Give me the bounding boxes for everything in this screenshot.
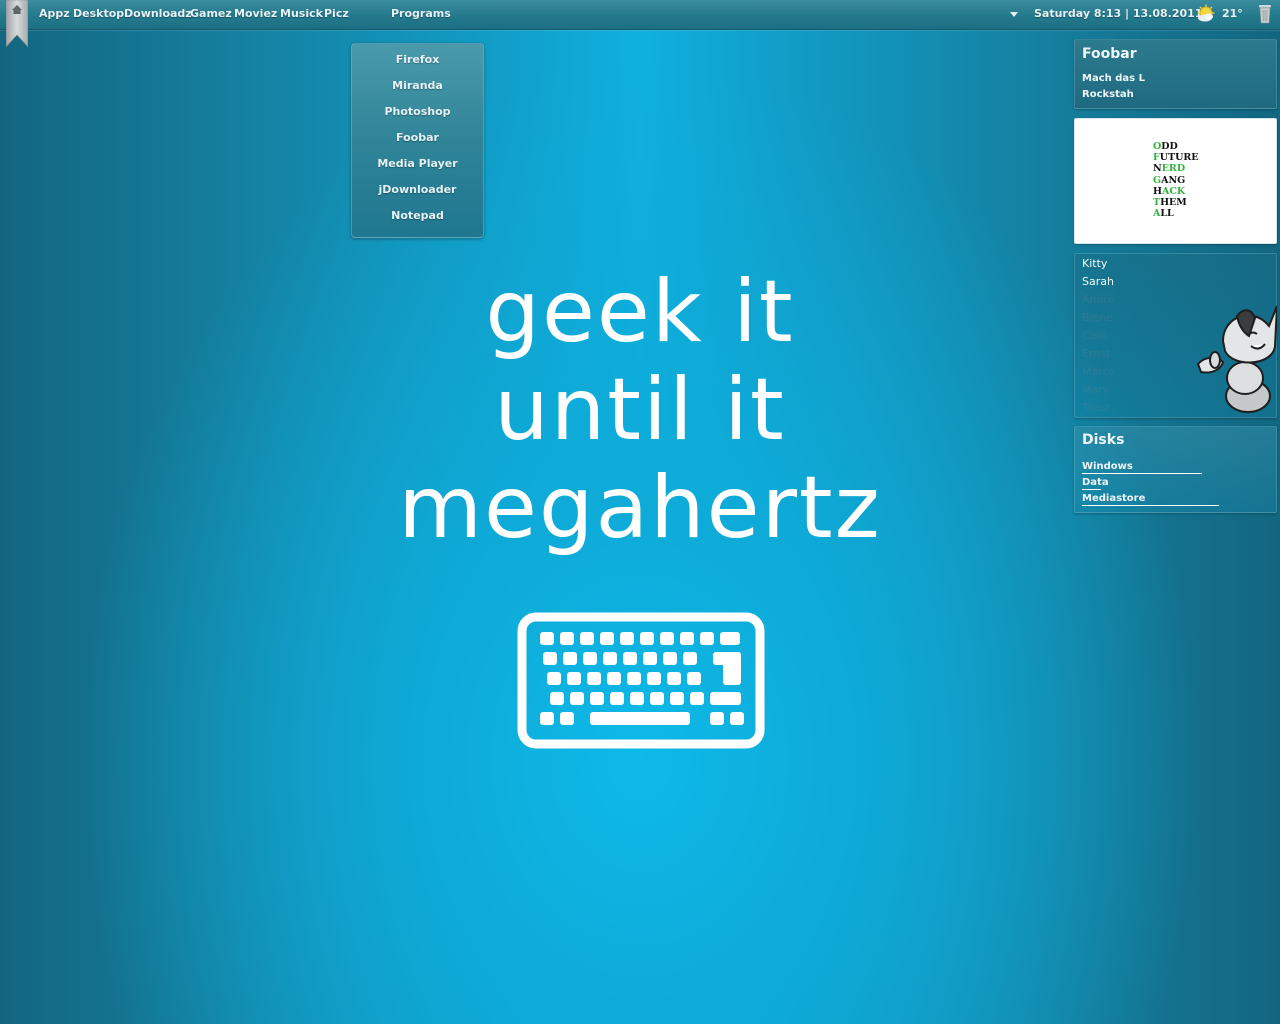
temperature: 21° bbox=[1222, 7, 1243, 20]
programs-menu: Firefox Miranda Photoshop Foobar Media P… bbox=[351, 43, 484, 238]
acrostic-rest: ACK bbox=[1161, 185, 1186, 197]
clock-date: Saturday 8:13 | 13.08.2011 bbox=[1034, 7, 1203, 20]
keyboard-key bbox=[700, 632, 714, 645]
keyboard-key bbox=[667, 672, 681, 685]
program-photoshop[interactable]: Photoshop bbox=[352, 105, 483, 118]
keyboard-key bbox=[730, 712, 744, 725]
home-ribbon-icon[interactable] bbox=[6, 0, 28, 47]
top-menu-bar: Appz Desktop Downloadz Gamez Moviez Musi… bbox=[0, 0, 1280, 30]
keyboard-key bbox=[583, 652, 597, 665]
keyboard-key bbox=[547, 672, 561, 685]
keyboard-key bbox=[723, 652, 741, 685]
program-miranda[interactable]: Miranda bbox=[352, 79, 483, 92]
wallpaper-line-2: until it bbox=[494, 360, 786, 460]
keyboard-key bbox=[607, 672, 621, 685]
dropdown-arrow-icon[interactable] bbox=[1010, 12, 1018, 17]
keyboard-key bbox=[590, 692, 604, 705]
menu-appz[interactable]: Appz bbox=[39, 7, 70, 20]
acrostic-line: NERD bbox=[1153, 163, 1199, 174]
keyboard-key bbox=[643, 652, 657, 665]
program-media-player[interactable]: Media Player bbox=[352, 157, 483, 170]
keyboard-key bbox=[630, 692, 644, 705]
keyboard-key bbox=[683, 652, 697, 665]
menu-programs[interactable]: Programs bbox=[391, 7, 451, 20]
keyboard-key bbox=[627, 672, 641, 685]
keyboard-key bbox=[647, 672, 661, 685]
keyboard-key bbox=[710, 712, 724, 725]
now-playing-track: Mach das L bbox=[1082, 73, 1145, 84]
foobar-title: Foobar bbox=[1082, 46, 1137, 62]
keyboard-key bbox=[720, 632, 740, 645]
foobar-widget: Foobar Mach das L Rockstah bbox=[1074, 39, 1277, 109]
program-foobar[interactable]: Foobar bbox=[352, 131, 483, 144]
keyboard-key bbox=[563, 652, 577, 665]
keyboard-key bbox=[670, 692, 684, 705]
keyboard-key bbox=[620, 632, 634, 645]
acrostic-rest: LL bbox=[1160, 208, 1174, 220]
keyboard-key bbox=[543, 652, 557, 665]
wallpaper-line-1: geek it bbox=[485, 262, 795, 362]
keyboard-key bbox=[687, 672, 701, 685]
keyboard-key bbox=[663, 652, 677, 665]
program-jdownloader[interactable]: jDownloader bbox=[352, 183, 483, 196]
image-widget: ODD FUTURE NERD GANG HACK THEM ALL bbox=[1074, 118, 1277, 244]
keyboard-icon bbox=[517, 612, 765, 749]
keyboard-key bbox=[567, 672, 581, 685]
acrostic-line: ALL bbox=[1153, 208, 1199, 219]
keyboard-key bbox=[623, 652, 637, 665]
menu-moviez[interactable]: Moviez bbox=[234, 7, 277, 20]
keyboard-key bbox=[540, 632, 554, 645]
acrostic-first-letter: F bbox=[1153, 152, 1160, 164]
menu-desktop[interactable]: Desktop bbox=[73, 7, 124, 20]
keyboard-key bbox=[600, 632, 614, 645]
keyboard-key bbox=[560, 632, 574, 645]
keyboard-key bbox=[580, 632, 594, 645]
acrostic-line: HACK bbox=[1153, 186, 1199, 197]
acrostic-rest: HEM bbox=[1160, 197, 1187, 209]
keyboard-key bbox=[603, 652, 617, 665]
acrostic-first-letter: H bbox=[1153, 185, 1162, 197]
program-notepad[interactable]: Notepad bbox=[352, 209, 483, 222]
acrostic-first-letter: N bbox=[1153, 163, 1162, 175]
keyboard-key bbox=[680, 632, 694, 645]
keyboard-key bbox=[540, 712, 554, 725]
wallpaper-line-3: megahertz bbox=[398, 458, 882, 558]
menu-musick[interactable]: Musick bbox=[280, 7, 323, 20]
acrostic-rest: ERD bbox=[1161, 163, 1186, 175]
acrostic-rest: UTURE bbox=[1159, 152, 1199, 164]
keyboard-key bbox=[550, 692, 564, 705]
acrostic-rest: DD bbox=[1161, 141, 1178, 152]
keyboard-key bbox=[590, 712, 690, 725]
partly-sunny-icon[interactable] bbox=[1195, 4, 1217, 24]
keyboard-key bbox=[560, 712, 574, 725]
keyboard-key bbox=[650, 692, 664, 705]
acrostic-line: FUTURE bbox=[1153, 152, 1199, 163]
menu-gamez[interactable]: Gamez bbox=[190, 7, 232, 20]
acrostic-rest: ANG bbox=[1161, 174, 1186, 186]
acrostic-first-letter: G bbox=[1153, 174, 1162, 186]
keyboard-key bbox=[587, 672, 601, 685]
keyboard-key bbox=[570, 692, 584, 705]
keyboard-key bbox=[610, 692, 624, 705]
keyboard-key bbox=[660, 632, 674, 645]
acrostic-line: ODD bbox=[1153, 141, 1199, 152]
menu-picz[interactable]: Picz bbox=[324, 7, 349, 20]
program-firefox[interactable]: Firefox bbox=[352, 53, 483, 66]
acrostic-line: GANG bbox=[1153, 175, 1199, 186]
acrostic-line: THEM bbox=[1153, 197, 1199, 208]
trash-icon[interactable] bbox=[1258, 4, 1272, 24]
keyboard-key bbox=[640, 632, 654, 645]
keyboard-key bbox=[710, 692, 741, 705]
keyboard-key bbox=[690, 692, 704, 705]
ofg-acrostic-image: ODD FUTURE NERD GANG HACK THEM ALL bbox=[1153, 141, 1199, 219]
menu-downloadz[interactable]: Downloadz bbox=[124, 7, 192, 20]
now-playing-artist: Rockstah bbox=[1082, 89, 1134, 100]
